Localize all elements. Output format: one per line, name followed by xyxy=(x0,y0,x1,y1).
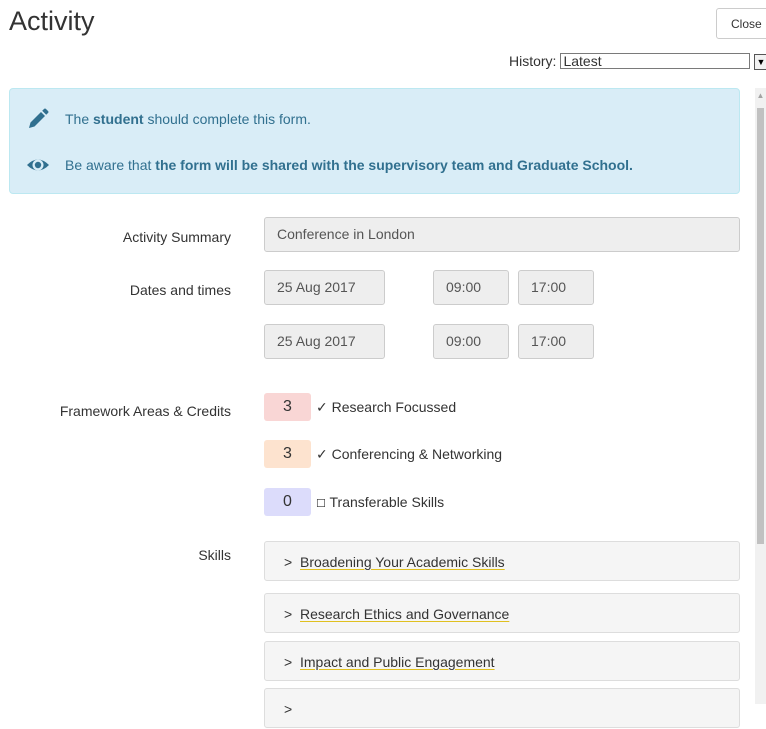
chevron-right-icon: > xyxy=(284,701,293,717)
info-text-shared: the form will be shared with the supervi… xyxy=(155,157,633,173)
end-time-field[interactable]: 17:00 xyxy=(518,270,594,305)
start-date-field[interactable]: 25 Aug 2017 xyxy=(264,270,385,305)
info-line-shared: Be aware that the form will be shared wi… xyxy=(26,153,633,177)
page-title: Activity xyxy=(9,6,95,36)
check-icon: ✓ xyxy=(316,446,328,462)
framework-item-conferencing[interactable]: ✓ Conferencing & Networking xyxy=(316,446,502,463)
info-panel: The student should complete this form. B… xyxy=(9,88,740,194)
skill-impact[interactable]: > Impact and Public Engagement xyxy=(264,641,740,681)
skill-research-ethics[interactable]: > Research Ethics and Governance xyxy=(264,593,740,633)
close-button[interactable]: Close xyxy=(716,8,766,39)
history-dropdown-arrow-icon[interactable]: ▼ xyxy=(754,54,766,70)
info-line-complete: The student should complete this form. xyxy=(26,107,311,131)
pencil-icon xyxy=(26,107,50,131)
end-date-field[interactable]: 25 Aug 2017 xyxy=(264,324,385,359)
history-label: History: xyxy=(509,53,557,69)
info-text-student: student xyxy=(93,111,144,127)
chevron-right-icon: > xyxy=(284,654,293,670)
framework-item-research-focussed[interactable]: ✓ Research Focussed xyxy=(316,399,456,416)
skill-link[interactable]: Broadening Your Academic Skills xyxy=(300,554,505,570)
chevron-right-icon: > xyxy=(284,554,293,570)
info-text-pre: The xyxy=(65,111,94,127)
eye-icon xyxy=(26,153,50,177)
history-select[interactable]: Latest xyxy=(560,53,751,69)
info-text-post: should complete this form. xyxy=(143,111,311,127)
skill-link[interactable]: Research Ethics and Governance xyxy=(300,606,509,622)
skill-partial[interactable]: > xyxy=(264,688,740,728)
skill-broadening[interactable]: > Broadening Your Academic Skills xyxy=(264,541,740,581)
scrollbar-thumb[interactable] xyxy=(757,108,764,544)
checkbox-empty-icon: ☐ xyxy=(316,498,326,510)
scroll-up-icon[interactable]: ▲ xyxy=(755,90,766,102)
dates-label: Dates and times xyxy=(129,282,231,298)
info-text-aware: Be aware that xyxy=(65,157,156,173)
credit-transferable: 0 xyxy=(264,488,311,516)
credit-conferencing: 3 xyxy=(264,440,311,468)
check-icon: ✓ xyxy=(316,399,328,415)
credit-research-focussed: 3 xyxy=(264,393,311,421)
activity-summary-field[interactable]: Conference in London xyxy=(264,217,740,252)
chevron-right-icon: > xyxy=(284,606,293,622)
activity-summary-label: Activity Summary xyxy=(122,229,231,245)
end-time-field-2[interactable]: 17:00 xyxy=(518,324,594,359)
framework-label: Framework Areas & Credits xyxy=(59,403,231,419)
framework-item-transferable[interactable]: ☐ Transferable Skills xyxy=(316,494,444,510)
start-time-field-2[interactable]: 09:00 xyxy=(433,324,509,359)
history-selector: History: Latest xyxy=(509,53,751,69)
skills-label: Skills xyxy=(198,547,231,563)
start-time-field[interactable]: 09:00 xyxy=(433,270,509,305)
skill-link[interactable]: Impact and Public Engagement xyxy=(300,654,495,670)
